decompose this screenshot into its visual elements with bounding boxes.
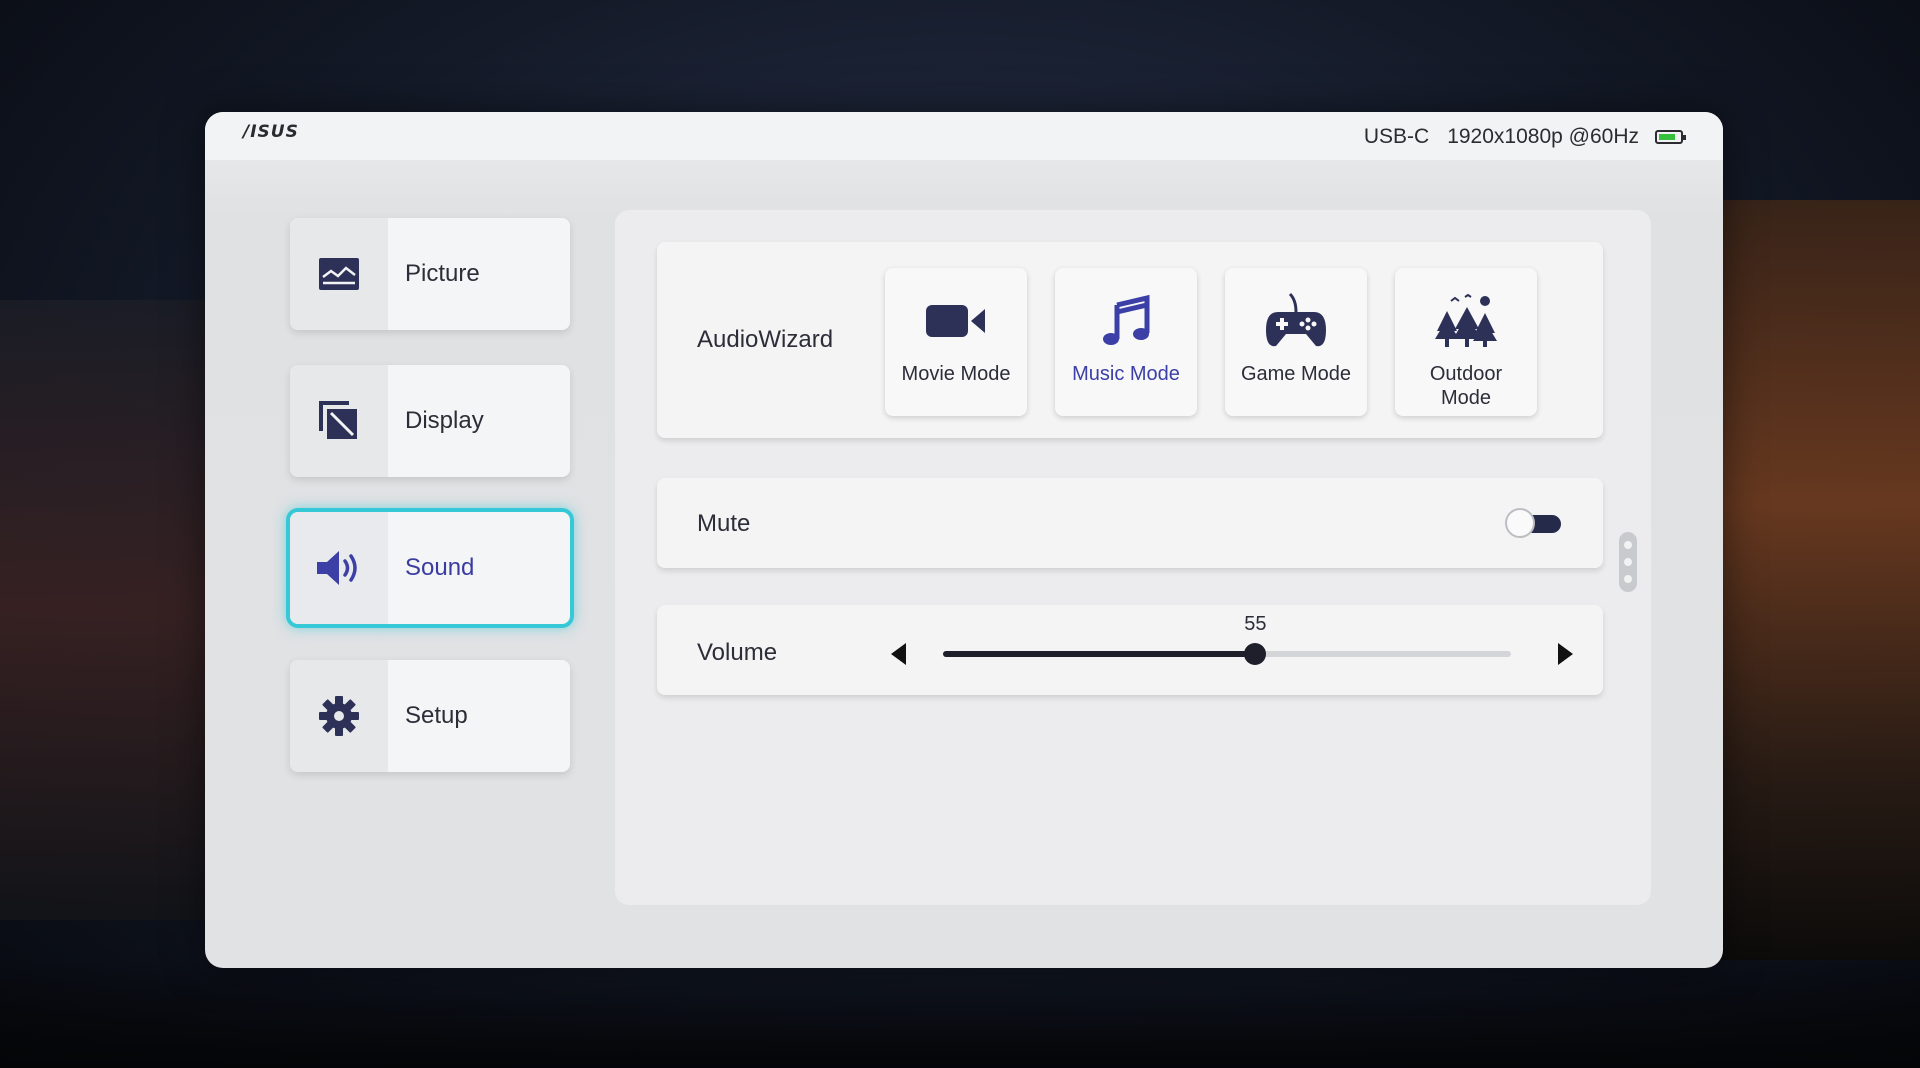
sidebar-item-sound[interactable]: Sound	[290, 512, 570, 624]
video-camera-icon	[926, 305, 985, 337]
sidebar-item-label: Picture	[405, 260, 480, 287]
volume-slider-fill	[943, 651, 1256, 657]
toggle-knob	[1505, 508, 1535, 538]
volume-label: Volume	[697, 639, 778, 666]
music-mode-button[interactable]: Music Mode	[1055, 268, 1197, 416]
top-status-bar: /ISUS USB-C 1920x1080p @60Hz	[205, 112, 1723, 160]
scroll-indicator[interactable]	[1619, 532, 1637, 592]
brand-logo: /ISUS	[243, 122, 299, 142]
audiowizard-card: AudioWizard Movie Mode Music Mode Game M…	[657, 242, 1603, 438]
sound-settings-panel: AudioWizard Movie Mode Music Mode Game M…	[615, 210, 1651, 905]
mode-label: Outdoor Mode	[1429, 363, 1503, 409]
music-note-icon	[1103, 295, 1150, 345]
volume-increase-arrow-icon[interactable]	[1558, 643, 1573, 665]
game-mode-button[interactable]: Game Mode	[1225, 268, 1367, 416]
sidebar-item-display[interactable]: Display	[290, 365, 570, 477]
volume-row: Volume 55	[657, 605, 1603, 695]
input-source-label: USB-C	[1363, 125, 1430, 148]
gamepad-icon	[1266, 292, 1326, 347]
picture-icon	[319, 258, 359, 290]
sidebar-item-picture[interactable]: Picture	[290, 218, 570, 330]
movie-mode-button[interactable]: Movie Mode	[885, 268, 1027, 416]
background-shadow	[0, 958, 1920, 1068]
sidebar-item-setup[interactable]: Setup	[290, 660, 570, 772]
outdoor-mode-button[interactable]: Outdoor Mode	[1395, 268, 1537, 416]
volume-decrease-arrow-icon[interactable]	[891, 643, 906, 665]
sidebar-item-label: Setup	[405, 702, 468, 729]
osd-menu-window: /ISUS USB-C 1920x1080p @60Hz Picture Dis…	[205, 112, 1723, 968]
gear-icon	[319, 696, 359, 736]
audiowizard-label: AudioWizard	[697, 326, 834, 353]
mute-row: Mute	[657, 478, 1603, 568]
mode-label: Music Mode	[1072, 363, 1180, 385]
sidebar-item-label: Display	[405, 407, 484, 434]
trees-icon	[1435, 293, 1497, 347]
background-scenery-right	[1700, 200, 1920, 960]
mute-toggle[interactable]	[1505, 508, 1563, 538]
mode-label: Movie Mode	[901, 363, 1011, 385]
volume-slider-thumb[interactable]	[1244, 643, 1267, 665]
volume-value: 55	[1244, 613, 1267, 635]
mute-label: Mute	[697, 510, 751, 537]
display-icon	[319, 401, 357, 439]
sidebar-item-label: Sound	[405, 554, 475, 581]
battery-icon	[1655, 130, 1686, 144]
signal-status: USB-C 1920x1080p @60Hz	[1363, 125, 1686, 149]
speaker-icon	[317, 551, 357, 585]
mode-label: Game Mode	[1240, 363, 1352, 385]
volume-slider[interactable]: 55	[943, 613, 1511, 665]
resolution-label: 1920x1080p @60Hz	[1447, 125, 1639, 148]
background-scenery-left	[0, 300, 210, 920]
